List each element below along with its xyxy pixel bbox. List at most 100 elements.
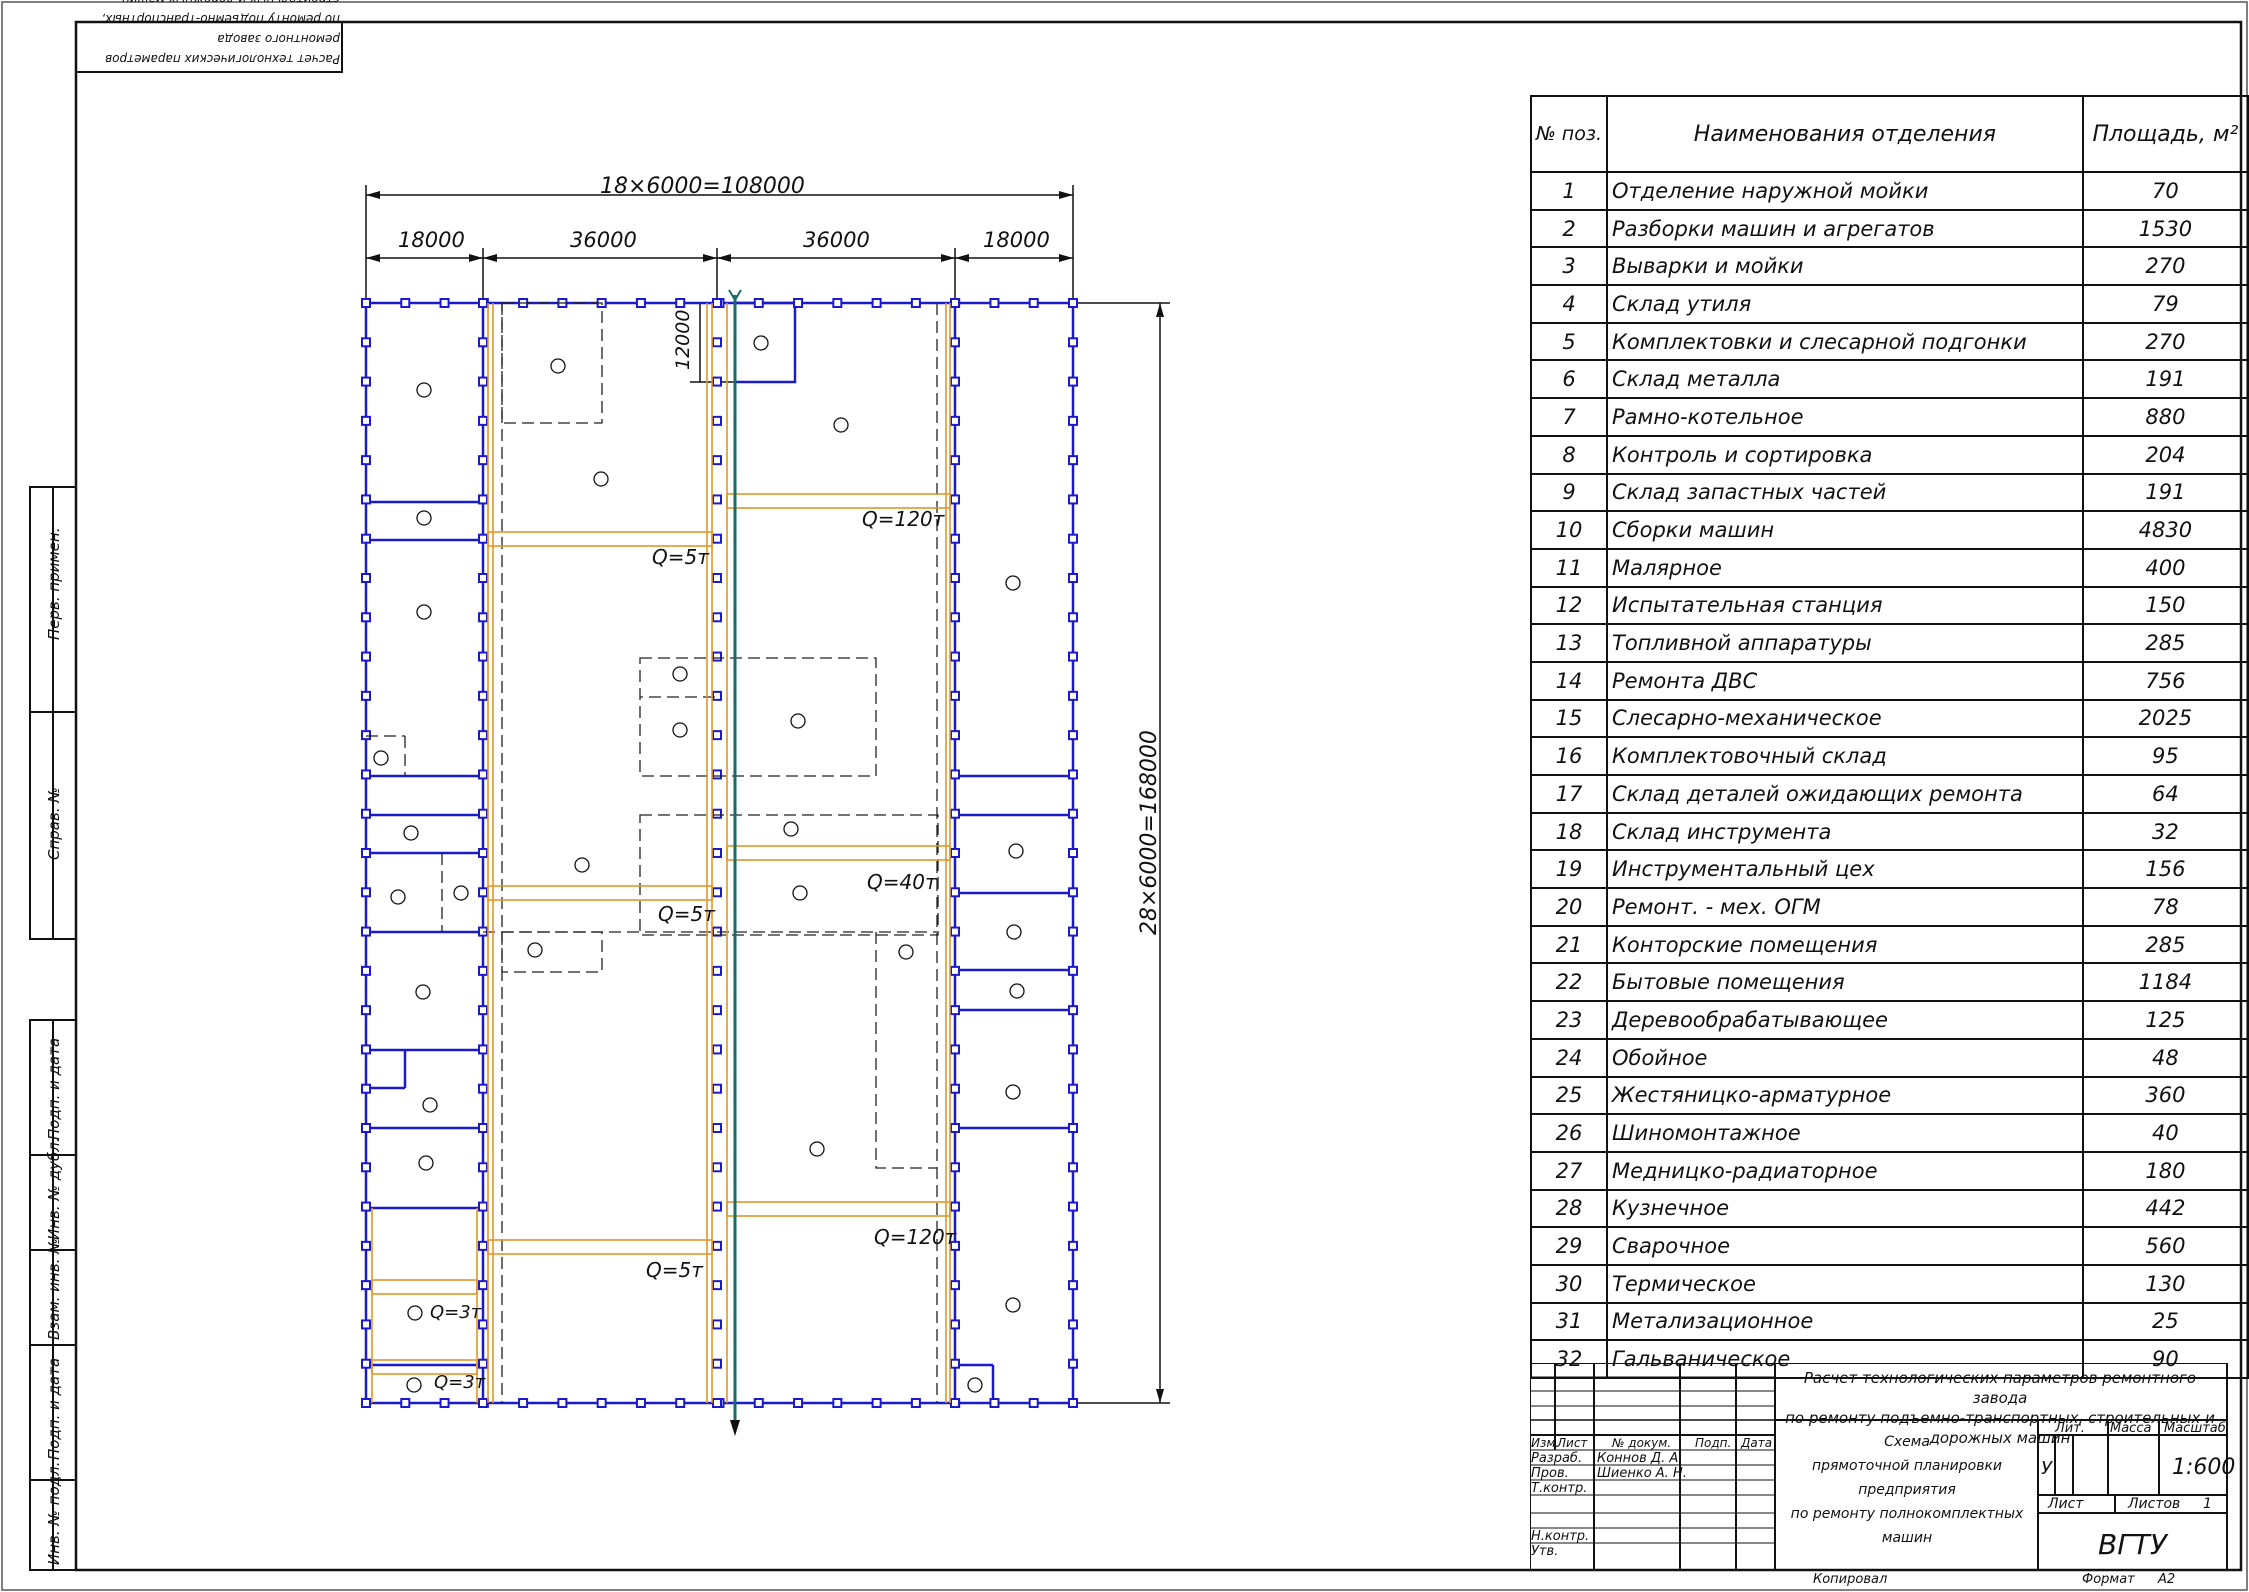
- column-marker: [871, 298, 882, 308]
- room-marker: [373, 750, 389, 766]
- column-marker: [361, 690, 371, 701]
- spec-row: 12 Испытательная станция 150: [1530, 585, 2249, 626]
- spec-pos: 16: [1530, 736, 1608, 776]
- column-marker: [1068, 1123, 1078, 1133]
- spec-row: 25 Жестяницко-арматурное 360: [1530, 1075, 2249, 1116]
- column-marker: [478, 573, 488, 583]
- spec-pos: 30: [1530, 1263, 1608, 1304]
- column-marker: [950, 533, 960, 544]
- room-marker: [833, 417, 849, 433]
- spec-name: Сварочное: [1606, 1226, 2084, 1266]
- column-marker: [950, 415, 960, 426]
- column-marker: [712, 1240, 722, 1251]
- lit-value: У: [2041, 1458, 2052, 1479]
- massa-label: Масса: [2110, 1421, 2152, 1436]
- column-marker: [1028, 1398, 1039, 1408]
- column-marker: [1068, 1044, 1078, 1055]
- spec-area: 150: [2081, 585, 2249, 626]
- column-marker: [361, 1201, 371, 1212]
- spec-name: Ремонт. - мех. ОГМ: [1606, 887, 2084, 927]
- spec-pos: 1: [1530, 171, 1608, 211]
- crane-label: Q=5т: [646, 1258, 703, 1282]
- column-marker: [1068, 730, 1078, 741]
- column-marker: [478, 455, 488, 466]
- spec-name: Выварки и мойки: [1606, 246, 2084, 287]
- column-marker: [712, 730, 722, 741]
- spec-pos: 7: [1530, 397, 1608, 437]
- spec-header-row: № поз. Наименования отделения Площадь, м…: [1530, 95, 2249, 173]
- column-marker: [361, 1044, 371, 1055]
- column-marker: [1068, 1280, 1078, 1291]
- dim-span-1: 18000: [398, 228, 465, 252]
- spec-pos: 12: [1530, 585, 1608, 626]
- column-marker: [712, 494, 722, 505]
- room-marker: [593, 471, 609, 487]
- spec-area: 360: [2081, 1075, 2249, 1116]
- column-marker: [1068, 1398, 1078, 1408]
- spec-row: 1 Отделение наружной мойки 70: [1530, 171, 2249, 211]
- org-name: ВГТУ: [2098, 1528, 2167, 1561]
- column-marker: [361, 808, 371, 819]
- column-marker: [361, 494, 371, 505]
- room-marker: [1006, 924, 1022, 940]
- column-marker: [832, 298, 843, 308]
- inverted-stamp: Расчет технологических параметров ремонт…: [80, 0, 341, 69]
- column-marker: [950, 808, 960, 819]
- column-marker: [712, 1280, 722, 1291]
- column-marker: [950, 690, 960, 701]
- spec-area: 95: [2081, 736, 2249, 776]
- kopiroval-label: Копировал: [1813, 1572, 1888, 1587]
- column-marker: [478, 808, 488, 819]
- column-marker: [950, 612, 960, 623]
- spec-area: 270: [2081, 246, 2249, 287]
- doc-title-line3: по ремонту полнокомплектных машин: [1790, 1506, 2024, 1546]
- column-marker: [1068, 612, 1078, 623]
- column-marker: [1068, 926, 1078, 937]
- spec-pos: 5: [1530, 321, 1608, 362]
- spec-name: Топливной аппаратуры: [1606, 623, 2084, 663]
- column-marker: [439, 298, 450, 308]
- room-marker: [967, 1377, 983, 1393]
- spec-pos: 28: [1530, 1188, 1608, 1229]
- doc-title-line1: Схема: [1884, 1434, 1930, 1450]
- crane-label: Q=120т: [862, 507, 945, 531]
- column-marker: [712, 455, 722, 466]
- spec-area: 125: [2081, 1000, 2249, 1040]
- column-marker: [1068, 808, 1078, 819]
- spec-pos: 19: [1530, 849, 1608, 890]
- room-marker: [809, 1141, 825, 1157]
- column-marker: [478, 612, 488, 623]
- column-marker: [1068, 573, 1078, 583]
- column-marker: [832, 1398, 843, 1408]
- column-marker: [712, 1083, 722, 1094]
- column-marker: [712, 337, 722, 348]
- spec-row: 11 Малярное 400: [1530, 547, 2249, 588]
- spec-area: 270: [2081, 321, 2249, 362]
- spec-area: 560: [2081, 1226, 2249, 1266]
- column-marker: [950, 1280, 960, 1291]
- col-list: Лист: [1557, 1436, 1588, 1450]
- column-marker: [361, 1083, 371, 1094]
- spec-area: 285: [2081, 623, 2249, 663]
- spec-pos: 26: [1530, 1113, 1608, 1153]
- room-marker: [1005, 575, 1021, 591]
- spec-row: 28 Кузнечное 442: [1530, 1188, 2249, 1229]
- column-marker: [712, 612, 722, 623]
- room-marker: [792, 885, 808, 901]
- column-marker: [1068, 376, 1078, 387]
- room-marker: [1005, 1084, 1021, 1100]
- spec-area: 285: [2081, 924, 2249, 965]
- spec-pos: 3: [1530, 246, 1608, 287]
- column-marker: [712, 1162, 722, 1173]
- spec-area: 442: [2081, 1188, 2249, 1229]
- spec-row: 13 Топливной аппаратуры 285: [1530, 623, 2249, 663]
- inverted-stamp-line1: Расчет технологических параметров ремонт…: [105, 32, 340, 66]
- column-marker: [712, 1398, 722, 1408]
- spec-pos: 9: [1530, 472, 1608, 513]
- spec-row: 24 Обойное 48: [1530, 1037, 2249, 1078]
- room-marker: [415, 984, 431, 1000]
- column-marker: [950, 1319, 960, 1330]
- spec-name: Кузнечное: [1606, 1188, 2084, 1229]
- column-marker: [950, 1398, 960, 1408]
- dim-span-4: 18000: [983, 228, 1050, 252]
